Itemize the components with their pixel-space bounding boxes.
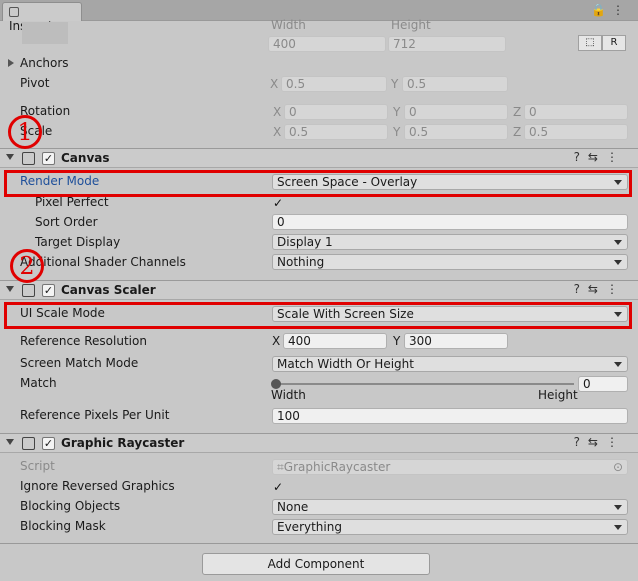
blueprint-mode-button[interactable]: ⬚ [578,35,602,51]
rect-preview-thumbnail [22,22,68,44]
screen-match-mode-value: Match Width Or Height [277,357,414,371]
annotation-marker-1: 1 [8,115,42,149]
blocking-mask-label: Blocking Mask [20,519,106,533]
target-display-label: Target Display [35,235,121,249]
scale-y-axis: Y [393,125,401,139]
inspector-tabbar: Inspector 🔒⋮ [0,0,638,33]
chevron-down-icon [614,260,622,265]
blocking-mask-value: Everything [277,520,342,534]
foldout-arrow-icon[interactable] [6,439,14,445]
script-field: ⌗GraphicRaycaster ⊙ [272,459,628,475]
graphic-raycaster-component-icon [22,437,35,450]
ref-pixels-label: Reference Pixels Per Unit [20,408,170,422]
ignore-reversed-checkbox[interactable]: ✓ [272,481,284,493]
canvas-component-icon [22,152,35,165]
blocking-objects-dropdown[interactable]: None [272,499,628,515]
graphic-raycaster-enabled-checkbox[interactable]: ✓ [42,437,55,450]
blocking-objects-label: Blocking Objects [20,499,121,513]
canvas-enabled-checkbox[interactable]: ✓ [42,152,55,165]
scale-x-axis: X [273,125,282,139]
match-value-field[interactable]: 0 [578,376,628,392]
pivot-x-field[interactable]: 0.5 [281,76,387,92]
rotation-z-axis: Z [513,105,522,119]
rotation-x-axis: X [273,105,282,119]
chevron-down-icon [614,362,622,367]
chevron-down-icon [614,240,622,245]
rotation-y-axis: Y [393,105,401,119]
ui-scale-mode-highlight [4,302,632,329]
add-component-button[interactable]: Add Component [202,553,430,575]
pivot-y-field[interactable]: 0.5 [402,76,508,92]
scale-x-field[interactable]: 0.5 [284,124,388,140]
pivot-label: Pivot [20,76,50,90]
ref-pixels-field[interactable]: 100 [272,408,628,424]
component-header-icons[interactable]: ?⇆⋮ [574,435,626,449]
ref-res-y-field[interactable]: 300 [404,333,508,349]
graphic-raycaster-title: Graphic Raycaster [61,436,185,450]
sort-order-label: Sort Order [35,215,98,229]
foldout-arrow-icon[interactable] [6,154,14,160]
shader-channels-value: Nothing [277,255,325,269]
script-file-icon: ⌗ [277,460,284,474]
shader-channels-dropdown[interactable]: Nothing [272,254,628,270]
component-header-icons[interactable]: ?⇆⋮ [574,282,626,296]
canvas-title: Canvas [61,151,110,165]
rotation-y-field[interactable]: 0 [404,104,508,120]
pixel-perfect-label: Pixel Perfect [35,195,109,209]
annotation-marker-2: 2 [10,249,44,283]
component-header-icons[interactable]: ?⇆⋮ [574,150,626,164]
add-component-divider [0,543,638,544]
canvas-scaler-component-icon [22,284,35,297]
screen-match-mode-label: Screen Match Mode [20,356,139,370]
blocking-mask-dropdown[interactable]: Everything [272,519,628,535]
canvas-scaler-component-header[interactable]: ✓ Canvas Scaler ?⇆⋮ [0,280,638,300]
graphic-raycaster-component-header[interactable]: ✓ Graphic Raycaster ?⇆⋮ [0,433,638,453]
rotation-z-field[interactable]: 0 [524,104,628,120]
scale-z-field[interactable]: 0.5 [524,124,628,140]
scale-y-field[interactable]: 0.5 [404,124,508,140]
pivot-x-axis: X [270,77,279,91]
ignore-reversed-label: Ignore Reversed Graphics [20,479,175,493]
rotation-x-field[interactable]: 0 [284,104,388,120]
sort-order-field[interactable]: 0 [272,214,628,230]
render-mode-highlight [4,170,632,197]
reference-resolution-label: Reference Resolution [20,334,147,348]
height-field[interactable]: 712 [388,36,506,52]
scale-z-axis: Z [513,125,522,139]
script-label: Script [20,459,55,473]
match-width-label: Width [271,388,306,402]
ref-res-x-axis: X [272,334,281,348]
height-label: Height [391,18,431,32]
object-picker-icon: ⊙ [612,460,623,474]
ref-res-y-axis: Y [393,334,401,348]
raw-edit-button[interactable]: R [602,35,626,51]
pixel-perfect-checkbox[interactable]: ✓ [272,197,284,209]
match-label: Match [20,376,57,390]
blocking-objects-value: None [277,500,309,514]
ref-res-x-field[interactable]: 400 [283,333,387,349]
canvas-scaler-title: Canvas Scaler [61,283,156,297]
tab-menu-icons[interactable]: 🔒⋮ [591,3,630,17]
chevron-down-icon [614,525,622,530]
target-display-dropdown[interactable]: Display 1 [272,234,628,250]
info-icon [9,7,19,17]
canvas-component-header[interactable]: ✓ Canvas ?⇆⋮ [0,148,638,168]
inspector-tab[interactable]: Inspector [2,2,82,33]
pivot-y-axis: Y [391,77,399,91]
anchors-label[interactable]: Anchors [20,56,69,70]
canvas-scaler-enabled-checkbox[interactable]: ✓ [42,284,55,297]
target-display-value: Display 1 [277,235,333,249]
script-value: GraphicRaycaster [283,460,391,474]
match-slider-track[interactable] [276,383,574,385]
width-label: Width [271,18,306,32]
chevron-down-icon [614,505,622,510]
foldout-arrow-icon[interactable] [6,286,14,292]
screen-match-mode-dropdown[interactable]: Match Width Or Height [272,356,628,372]
width-field[interactable]: 400 [268,36,386,52]
match-height-label: Height [538,388,578,402]
anchors-foldout-icon[interactable] [8,59,14,67]
shader-channels-label: Additional Shader Channels [20,255,186,269]
